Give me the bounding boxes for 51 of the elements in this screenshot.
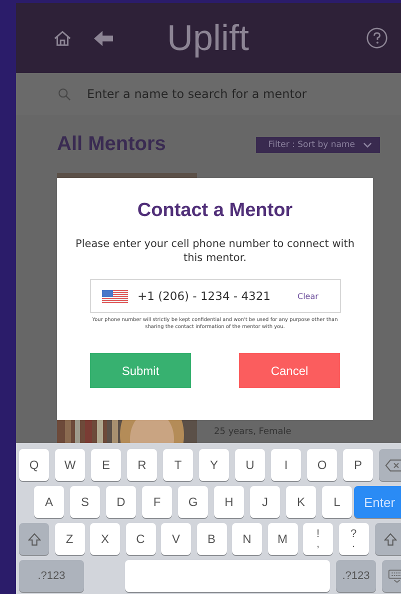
- key[interactable]: X: [90, 523, 120, 555]
- key[interactable]: N: [232, 523, 262, 555]
- phone-field[interactable]: +1 (206) - 1234 - 4321 Clear: [90, 279, 340, 314]
- key[interactable]: ! ,: [303, 523, 333, 555]
- shift-icon: [384, 532, 396, 546]
- backspace-key[interactable]: [379, 449, 401, 481]
- key[interactable]: K: [286, 486, 316, 518]
- mode-key[interactable]: .?123: [336, 560, 376, 592]
- dialog-title: Contact a Mentor: [137, 200, 293, 222]
- key[interactable]: J: [250, 486, 280, 518]
- key[interactable]: F: [142, 486, 172, 518]
- search-field[interactable]: Enter a name to search for a mentor: [87, 87, 387, 101]
- key[interactable]: G: [178, 486, 208, 518]
- dialog-message: Please enter your cell phone number to connect with this mentor.: [74, 238, 356, 266]
- key[interactable]: Y: [199, 449, 229, 481]
- key[interactable]: H: [214, 486, 244, 518]
- help-icon[interactable]: [366, 27, 388, 49]
- mode-key[interactable]: .?123: [19, 560, 84, 592]
- shift-key[interactable]: [375, 523, 401, 555]
- flag-icon: [102, 290, 128, 303]
- key[interactable]: E: [91, 449, 121, 481]
- key[interactable]: C: [126, 523, 156, 555]
- key[interactable]: Q: [19, 449, 49, 481]
- clear-button[interactable]: Clear: [298, 292, 318, 301]
- key[interactable]: I: [271, 449, 301, 481]
- filter-dropdown[interactable]: Filter : Sort by name: [256, 136, 380, 152]
- search-icon: [58, 88, 71, 100]
- key[interactable]: V: [161, 523, 191, 555]
- shift-icon: [28, 532, 40, 546]
- key[interactable]: A: [34, 486, 64, 518]
- key[interactable]: M: [268, 523, 298, 555]
- back-arrow-icon[interactable]: [92, 28, 115, 48]
- section-title: All Mentors: [57, 133, 166, 156]
- key[interactable]: D: [106, 486, 136, 518]
- shift-key[interactable]: [19, 523, 49, 555]
- key[interactable]: Z: [54, 523, 84, 555]
- key[interactable]: P: [343, 449, 373, 481]
- backspace-icon: [385, 458, 401, 472]
- keyboard-icon: [388, 568, 401, 584]
- key[interactable]: ? .: [338, 523, 368, 555]
- key[interactable]: T: [163, 449, 193, 481]
- key[interactable]: W: [55, 449, 85, 481]
- key[interactable]: U: [235, 449, 265, 481]
- home-icon[interactable]: [53, 28, 72, 48]
- app-title: Uplift: [167, 17, 250, 59]
- chevron-icon: [363, 142, 372, 148]
- key[interactable]: L: [322, 486, 352, 518]
- key[interactable]: B: [196, 523, 226, 555]
- key[interactable]: S: [70, 486, 100, 518]
- key[interactable]: O: [307, 449, 337, 481]
- key[interactable]: R: [127, 449, 157, 481]
